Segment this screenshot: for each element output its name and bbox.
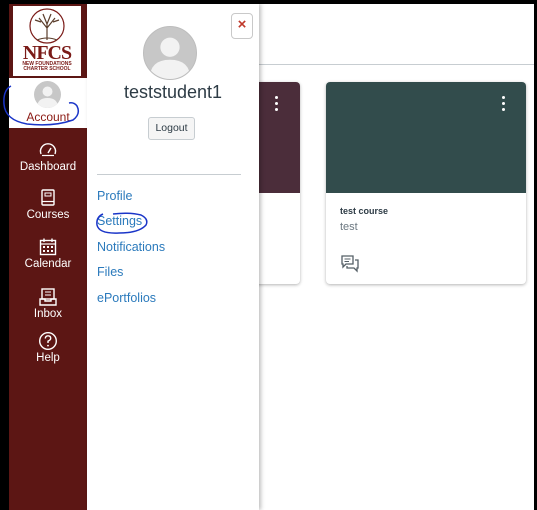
dashboard-header-divider (259, 64, 534, 65)
dashboard-gauge-icon (39, 143, 57, 157)
nav-item-label: Courses (26, 209, 70, 221)
tray-link-files[interactable]: Files (97, 265, 123, 279)
nav-item-label: Help (36, 352, 60, 364)
tray-link-settings[interactable]: Settings (97, 214, 142, 228)
nav-item-dashboard[interactable]: Dashboard (9, 140, 87, 173)
window-frame-left (0, 0, 9, 510)
tray-username: teststudent1 (123, 82, 223, 102)
nav-item-calendar[interactable]: Calendar (9, 237, 87, 270)
account-tray: × teststudent1 Logout Profile Settings N… (87, 4, 259, 510)
inbox-icon (39, 288, 57, 306)
nav-item-inbox[interactable]: Inbox (9, 287, 87, 320)
nav-item-label: Calendar (24, 258, 72, 270)
avatar[interactable] (34, 81, 61, 108)
school-logo[interactable]: NFCS NEW FOUNDATIONS CHARTER SCHOOL (13, 6, 81, 76)
default-avatar-icon (37, 86, 58, 108)
course-card-subtitle: test (340, 221, 358, 233)
avatar (143, 26, 197, 80)
calendar-icon (39, 238, 57, 256)
nav-item-account[interactable]: Account (9, 78, 87, 128)
nav-item-courses[interactable]: Courses (9, 188, 87, 221)
course-card-title[interactable]: test course (340, 206, 388, 216)
logout-button[interactable]: Logout (148, 117, 195, 140)
tray-link-notifications[interactable]: Notifications (97, 240, 165, 254)
close-tray-button[interactable]: × (231, 13, 253, 39)
discussion-icon[interactable] (340, 253, 360, 273)
nav-item-label: Dashboard (19, 161, 77, 173)
course-card-hero[interactable] (326, 82, 526, 193)
card-options-icon[interactable] (271, 96, 281, 116)
tray-link-profile[interactable]: Profile (97, 189, 132, 203)
default-avatar-icon (149, 37, 191, 79)
help-question-icon (38, 331, 58, 351)
logo-subtitle: NEW FOUNDATIONS CHARTER SCHOOL (22, 61, 72, 72)
courses-book-icon (41, 189, 55, 206)
global-navigation: NFCS NEW FOUNDATIONS CHARTER SCHOOL Acco… (9, 4, 87, 510)
logo-wordmark: NFCS (22, 42, 72, 64)
nav-item-label: Inbox (33, 308, 63, 320)
card-options-icon[interactable] (498, 96, 508, 116)
course-card-test-course[interactable]: test course test (326, 82, 526, 284)
nav-item-help[interactable]: Help (9, 331, 87, 364)
tray-divider (97, 174, 241, 175)
tray-link-eportfolios[interactable]: ePortfolios (97, 291, 156, 305)
nav-item-label: Account (26, 110, 70, 124)
